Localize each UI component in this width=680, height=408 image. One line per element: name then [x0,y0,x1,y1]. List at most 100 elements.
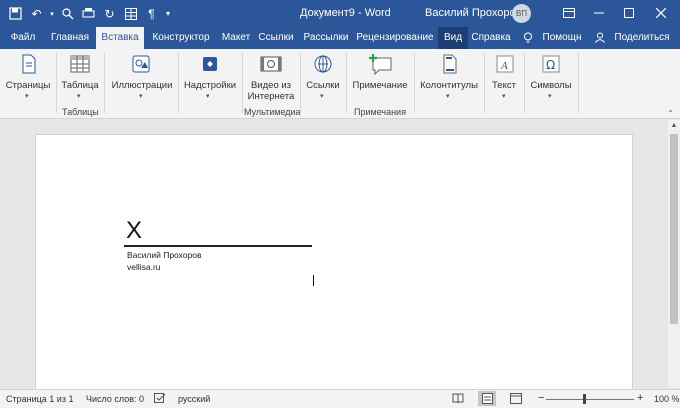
media-group-label: Мультимедиа [244,107,301,117]
scroll-up-icon[interactable]: ▲ [668,120,680,132]
share-button[interactable]: Поделиться [610,27,674,49]
text-button[interactable]: Текст [486,80,522,91]
tables-group-label: Таблицы [62,107,99,117]
web-layout-icon[interactable] [510,393,522,406]
svg-text:A: A [500,60,508,72]
quick-access-toolbar: ↶ ▾ ↻ ¶ ▾ [6,4,173,23]
header-footer-button[interactable]: Колонтитулы [418,80,480,91]
signer-site: vellisa.ru [127,262,161,272]
zoom-level[interactable]: 100 % [654,394,680,404]
tell-me-search[interactable]: Помощн [538,27,586,49]
tab-design[interactable]: Конструктор [146,27,216,49]
zoom-slider[interactable] [546,399,634,400]
print-layout-icon[interactable] [478,391,496,406]
signer-name: Василий Прохоров [127,250,202,260]
ribbon-separator [414,53,415,113]
ribbon-tabs: Файл Главная Вставка Конструктор Макет С… [0,27,680,49]
links-dropdown-icon[interactable]: ▾ [320,92,324,100]
table-dropdown-icon[interactable]: ▾ [77,92,81,100]
ribbon-separator [484,53,485,113]
links-icon[interactable] [313,54,333,74]
minimize-button[interactable] [584,2,614,24]
insert-table-icon[interactable] [121,4,140,23]
ribbon-separator [178,53,179,113]
word-count[interactable]: Число слов: 0 [86,394,144,404]
lightbulb-icon [522,27,534,49]
illustrations-dropdown-icon[interactable]: ▾ [139,92,143,100]
comment-icon[interactable] [369,53,393,76]
undo-icon[interactable]: ↶ [27,4,46,23]
addins-button[interactable]: Надстройки [182,80,238,91]
page-count[interactable]: Страница 1 из 1 [6,394,73,404]
ribbon-separator [524,53,525,113]
tab-view[interactable]: Вид [438,27,468,49]
tab-mailings[interactable]: Рассылки [300,27,352,49]
symbols-dropdown-icon[interactable]: ▾ [548,92,552,100]
user-name[interactable]: Василий Прохоров [425,7,521,19]
text-dropdown-icon[interactable]: ▾ [502,92,506,100]
print-preview-icon[interactable] [58,4,77,23]
ribbon-separator [104,53,105,113]
online-video-button-line2[interactable]: Интернета [246,91,296,102]
tab-file[interactable]: Файл [6,27,40,49]
pages-icon[interactable] [19,54,39,74]
addins-dropdown-icon[interactable]: ▾ [206,92,210,100]
tab-layout[interactable]: Макет [218,27,254,49]
symbols-button[interactable]: Символы [526,80,576,91]
addins-icon[interactable] [200,54,220,74]
scroll-thumb[interactable] [670,134,678,324]
symbols-icon[interactable]: Ω [541,54,561,74]
pages-dropdown-icon[interactable]: ▾ [25,92,29,100]
read-mode-icon[interactable] [452,393,464,406]
ribbon-separator [346,53,347,113]
customize-toolbar-icon[interactable]: ▾ [163,4,173,23]
ribbon: Страницы ▾ Таблица ▾ Таблицы Иллюстрации… [0,49,680,119]
save-icon[interactable] [6,4,25,23]
table-icon[interactable] [70,54,90,74]
ribbon-separator [242,53,243,113]
table-button[interactable]: Таблица [58,80,102,91]
illustrations-button[interactable]: Иллюстрации [110,80,174,91]
signature-line[interactable] [124,245,312,247]
online-video-button[interactable]: Видео из [246,80,296,91]
print-icon[interactable] [79,4,98,23]
tab-insert[interactable]: Вставка [96,27,144,49]
comments-group-label: Примечания [354,107,406,117]
illustrations-icon[interactable] [131,54,151,74]
online-video-icon[interactable] [260,54,282,74]
maximize-button[interactable] [614,2,644,24]
svg-text:Ω: Ω [546,58,555,72]
undo-dropdown-icon[interactable]: ▾ [48,4,56,23]
refresh-icon[interactable]: ↻ [100,4,119,23]
ribbon-separator [56,53,57,113]
tab-review[interactable]: Рецензирование [354,27,436,49]
tab-references[interactable]: Ссылки [256,27,296,49]
paragraph-mark-icon[interactable]: ¶ [142,4,161,23]
collapse-ribbon-icon[interactable]: ⌃ [667,109,674,118]
vertical-scrollbar[interactable]: ▲ [668,120,680,388]
proofing-icon[interactable] [154,393,166,406]
document-page[interactable] [35,134,633,390]
zoom-out-button[interactable]: − [538,392,544,404]
header-footer-dropdown-icon[interactable]: ▾ [446,92,450,100]
tab-home[interactable]: Главная [46,27,94,49]
ribbon-separator [300,53,301,113]
links-button[interactable]: Ссылки [302,80,344,91]
tab-help[interactable]: Справка [470,27,512,49]
text-cursor [313,275,314,286]
ribbon-display-options-icon[interactable] [554,2,584,24]
zoom-in-button[interactable]: + [637,392,643,404]
share-person-icon [594,27,606,49]
pages-button[interactable]: Страницы [4,80,52,91]
signature-mark: X [126,217,143,244]
header-footer-icon[interactable] [440,54,460,74]
text-icon[interactable]: A [495,54,515,74]
comment-button[interactable]: Примечание [350,80,410,91]
close-button[interactable] [646,2,676,24]
avatar[interactable]: ВП [512,4,531,23]
zoom-slider-handle[interactable] [583,394,586,404]
status-bar: Страница 1 из 1 Число слов: 0 русский − … [0,389,680,408]
title-bar: ↶ ▾ ↻ ¶ ▾ Документ9 - Word Василий Прохо… [0,0,680,27]
document-title: Документ9 - Word [300,7,391,19]
language[interactable]: русский [178,394,210,404]
